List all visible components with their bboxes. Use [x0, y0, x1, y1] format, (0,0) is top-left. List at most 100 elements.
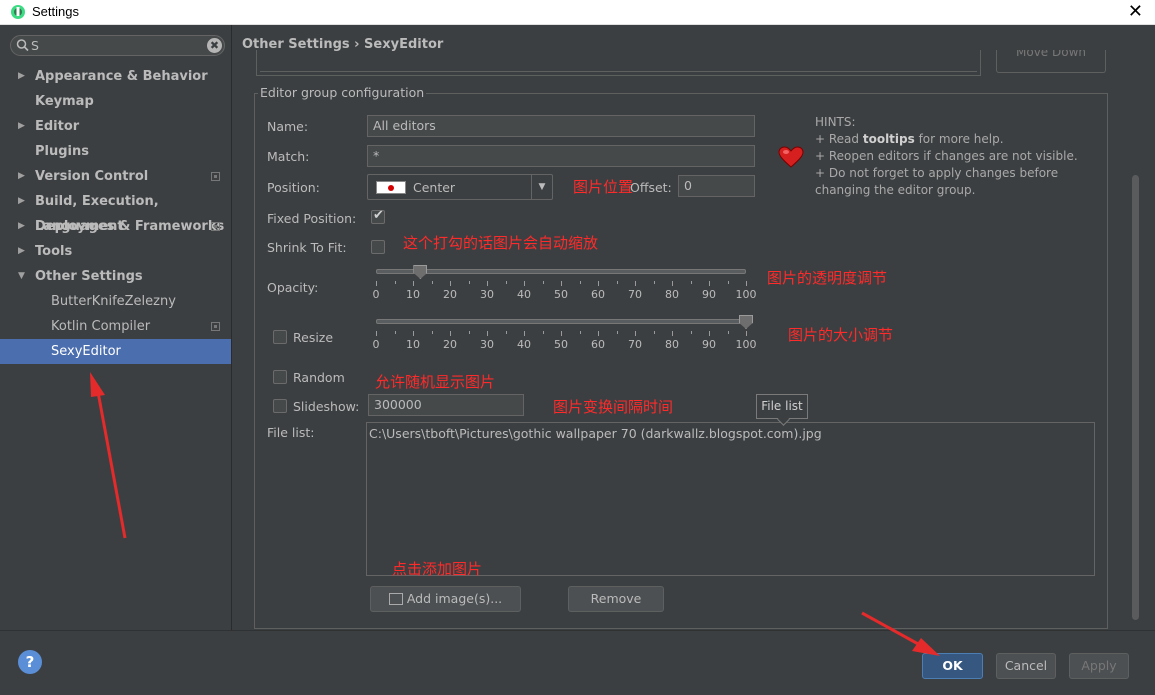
slider-tick	[709, 281, 710, 286]
move-down-button[interactable]: Move Down	[996, 50, 1106, 73]
slider-tick	[505, 281, 507, 284]
sidebar-item-label: Keymap	[35, 94, 94, 109]
resize-checkbox[interactable]	[273, 330, 287, 344]
sidebar-item-label: Kotlin Compiler	[51, 319, 151, 334]
slider-tick-label: 20	[443, 338, 457, 351]
slider-tick-label: 30	[480, 338, 494, 351]
hints-panel: HINTS: + Read tooltips for more help. + …	[815, 114, 1105, 199]
slider-tick	[468, 281, 470, 284]
slider-tick	[727, 331, 729, 334]
slider-tick	[394, 331, 396, 334]
slider-tick-label: 100	[735, 338, 757, 351]
clear-search-icon[interactable]: ✖	[207, 38, 222, 53]
sidebar-item-butterknife[interactable]: ButterKnifeZelezny	[0, 289, 231, 314]
slider-tick-label: 80	[665, 288, 679, 301]
expand-arrow-icon[interactable]: ▶	[18, 239, 25, 264]
slider-tick	[561, 331, 562, 336]
slider-tick	[672, 281, 673, 286]
slider-tick	[727, 281, 729, 284]
sidebar-item-label: Plugins	[35, 144, 89, 159]
move-down-label: Move Down	[1016, 50, 1086, 59]
sidebar-item-keymap[interactable]: Keymap	[0, 89, 231, 114]
search-input[interactable]: S	[31, 38, 39, 53]
slider-tick	[746, 331, 747, 336]
slider-tick	[431, 331, 433, 334]
position-dropdown[interactable]: Center ▼	[367, 174, 553, 200]
annotation-shrink: 这个打勾的话图片会自动缩放	[403, 234, 599, 252]
project-settings-icon	[211, 222, 220, 231]
list-item[interactable]: C:\Users\tboft\Pictures\gothic wallpaper…	[369, 426, 1092, 441]
remove-button[interactable]: Remove	[568, 586, 664, 612]
ok-button[interactable]: OK	[922, 653, 983, 679]
slider-tick	[579, 331, 581, 334]
hint-text: + Read	[815, 132, 863, 146]
chevron-down-icon[interactable]: ▼	[531, 175, 552, 199]
slider-tick-label: 0	[372, 338, 380, 351]
match-field[interactable]: *	[367, 145, 755, 167]
sidebar-item-version-control[interactable]: ▶ Version Control	[0, 164, 231, 189]
random-checkbox[interactable]	[273, 370, 287, 384]
hint-line-1: + Read tooltips for more help.	[815, 131, 1105, 148]
sidebar-item-languages[interactable]: ▶ Languages & Frameworks	[0, 214, 231, 239]
window-close-icon[interactable]: ✕	[1128, 1, 1143, 23]
expand-arrow-icon[interactable]: ▶	[18, 64, 25, 89]
slider-tick	[376, 281, 377, 286]
opacity-slider[interactable]	[376, 269, 746, 274]
file-list[interactable]: C:\Users\tboft\Pictures\gothic wallpaper…	[366, 422, 1095, 576]
annotation-random: 允许随机显示图片	[375, 373, 496, 391]
slideshow-checkbox[interactable]	[273, 399, 287, 413]
resize-ticks: 0 10 20 30 40 50 60 70 80 90 100	[372, 331, 757, 351]
hint-bold-text: tooltips	[862, 132, 915, 146]
slider-tick	[690, 331, 692, 334]
collapse-arrow-icon[interactable]: ▼	[18, 264, 25, 289]
expand-arrow-icon[interactable]: ▶	[18, 114, 25, 139]
name-field[interactable]: All editors	[367, 115, 755, 137]
sidebar-item-sexyeditor[interactable]: SexyEditor	[0, 339, 231, 364]
sidebar-item-tools[interactable]: ▶ Tools	[0, 239, 231, 264]
file-list-tooltip: File list	[756, 394, 808, 419]
slider-tick-label: 70	[628, 288, 642, 301]
apply-button[interactable]: Apply	[1069, 653, 1129, 679]
project-settings-icon	[211, 172, 220, 181]
slider-tick-label: 80	[665, 338, 679, 351]
slider-tick-label: 30	[480, 288, 494, 301]
cancel-button[interactable]: Cancel	[996, 653, 1056, 679]
slideshow-interval-field[interactable]: 300000	[368, 394, 524, 416]
slider-tick	[542, 281, 544, 284]
add-images-button[interactable]: Add image(s)...	[370, 586, 521, 612]
resize-slider[interactable]	[376, 319, 746, 324]
slider-tick	[431, 281, 433, 284]
slider-tick-label: 20	[443, 288, 457, 301]
slider-tick	[524, 331, 525, 336]
sidebar-item-editor[interactable]: ▶ Editor	[0, 114, 231, 139]
sidebar-item-build[interactable]: ▶ Build, Execution, Deployment	[0, 189, 231, 234]
sidebar-item-label: Tools	[35, 244, 73, 259]
sidebar-item-kotlin-compiler[interactable]: Kotlin Compiler	[0, 314, 231, 339]
slider-tick-label: 70	[628, 338, 642, 351]
sidebar-item-label: Languages & Frameworks	[35, 219, 225, 234]
slider-tick	[635, 331, 636, 336]
expand-arrow-icon[interactable]: ▶	[18, 214, 25, 239]
help-icon[interactable]: ?	[18, 650, 42, 674]
fixed-position-checkbox[interactable]	[371, 208, 385, 224]
slider-tick-label: 40	[517, 288, 531, 301]
search-field[interactable]: S ✖	[10, 35, 225, 56]
offset-field[interactable]: 0	[678, 175, 755, 197]
vertical-scrollbar[interactable]	[1132, 175, 1139, 620]
slider-tick	[542, 331, 544, 334]
sidebar-item-other-settings[interactable]: ▼ Other Settings	[0, 264, 231, 289]
shrink-to-fit-checkbox[interactable]	[371, 240, 385, 254]
search-icon	[16, 39, 29, 52]
annotation-add: 点击添加图片	[392, 560, 483, 578]
slider-tick	[672, 331, 673, 336]
project-settings-icon	[211, 322, 220, 331]
slider-tick	[487, 281, 488, 286]
expand-arrow-icon[interactable]: ▶	[18, 164, 25, 189]
annotation-position: 图片位置	[573, 178, 634, 196]
sidebar-item-plugins[interactable]: Plugins	[0, 139, 231, 164]
slider-tick	[450, 331, 451, 336]
expand-arrow-icon[interactable]: ▶	[18, 189, 25, 214]
hints-title: HINTS:	[815, 115, 856, 129]
sidebar-item-appearance[interactable]: ▶ Appearance & Behavior	[0, 64, 231, 89]
offset-label: Offset:	[630, 180, 672, 195]
